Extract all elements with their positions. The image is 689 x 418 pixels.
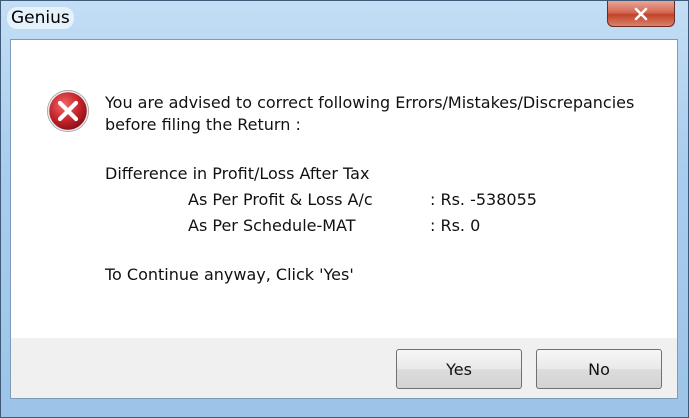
dialog-content: You are advised to correct following Err… bbox=[10, 39, 678, 399]
dialog-window: Genius You are advised to correct follow… bbox=[0, 0, 689, 418]
error-icon bbox=[45, 88, 91, 134]
window-frame-bottom bbox=[1, 399, 688, 417]
button-bar: Yes No bbox=[11, 338, 677, 398]
close-icon bbox=[634, 7, 648, 20]
profit-loss-label: As Per Profit & Loss A/c bbox=[188, 190, 373, 209]
yes-button[interactable]: Yes bbox=[396, 349, 522, 389]
profit-loss-value: : Rs. -538055 bbox=[430, 190, 537, 209]
continue-instruction: To Continue anyway, Click 'Yes' bbox=[105, 265, 354, 284]
message-line-2: before filing the Return : bbox=[105, 115, 301, 134]
difference-heading: Difference in Profit/Loss After Tax bbox=[105, 164, 370, 183]
title-bar[interactable]: Genius bbox=[1, 1, 688, 39]
schedule-mat-label: As Per Schedule-MAT bbox=[188, 216, 356, 235]
no-button[interactable]: No bbox=[536, 349, 662, 389]
close-button[interactable] bbox=[607, 1, 675, 27]
window-title: Genius bbox=[7, 7, 74, 29]
schedule-mat-value: : Rs. 0 bbox=[430, 216, 481, 235]
message-line-1: You are advised to correct following Err… bbox=[105, 93, 635, 112]
